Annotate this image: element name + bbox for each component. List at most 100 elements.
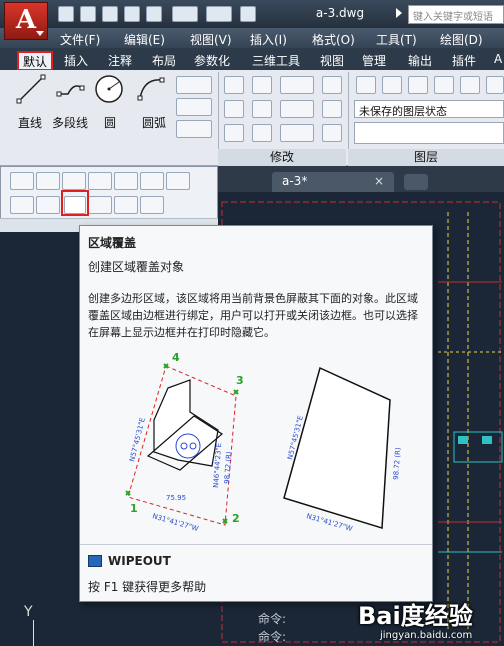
point-2-label: 2 (232, 512, 240, 525)
tab-view[interactable]: 视图 (320, 52, 344, 69)
undo-icon[interactable] (172, 6, 198, 22)
baidu-watermark-logo: Bai度经验 (358, 602, 473, 630)
new-tab-button[interactable] (404, 174, 428, 190)
save-as-icon[interactable] (124, 6, 140, 22)
polyline-label: 多段线 (52, 116, 89, 130)
layer-off-icon[interactable] (460, 76, 480, 94)
dim-right-length-text: 98.72 (R) (223, 451, 233, 484)
layer-state-dropdown[interactable]: 未保存的图层状态 (354, 100, 504, 118)
close-icon[interactable]: × (374, 174, 384, 188)
tab-manage[interactable]: 管理 (362, 52, 386, 69)
layer-isolate-icon[interactable] (408, 76, 428, 94)
wipeout-tooltip: 区域覆盖 创建区域覆盖对象 创建多边形区域，该区域将用当前背景色屏蔽其下面的对象… (79, 225, 433, 602)
wipeout-highlight-box (61, 190, 89, 216)
revision-cloud-icon[interactable] (36, 196, 60, 214)
divide-icon[interactable] (140, 172, 164, 190)
menu-insert[interactable]: 插入(I) (250, 31, 287, 48)
line-label: 直线 (18, 116, 43, 130)
ucs-y-axis-label: Y (24, 604, 33, 620)
tab-default[interactable]: 默认 (17, 51, 53, 71)
ucs-y-axis-line (33, 620, 34, 646)
tab-layout[interactable]: 布局 (152, 52, 176, 69)
layer-state-icon[interactable] (382, 76, 402, 94)
open-file-icon[interactable] (80, 6, 96, 22)
menu-view[interactable]: 视图(V) (190, 31, 232, 48)
tab-3d-tools[interactable]: 三维工具 (252, 52, 300, 69)
menu-file[interactable]: 文件(F) (60, 31, 100, 48)
offset-icon[interactable] (322, 124, 342, 142)
construction-line-icon[interactable] (88, 172, 112, 190)
explode-icon[interactable] (322, 100, 342, 118)
dim-left-text: N57°45'31"E (128, 417, 147, 463)
new-file-icon[interactable] (58, 6, 74, 22)
hatch-button[interactable] (176, 98, 212, 116)
circle-label: 圆 (104, 116, 117, 130)
menu-format[interactable]: 格式(O) (312, 31, 355, 48)
copy-icon[interactable] (224, 100, 244, 118)
3d-polyline-icon[interactable] (88, 196, 112, 214)
tab-parametric[interactable]: 参数化 (194, 52, 230, 69)
tooltip-description: 创建多边形区域，该区域将用当前背景色屏蔽其下面的对象。此区域覆盖区域由边框进行绑… (88, 292, 418, 339)
search-expand-icon[interactable] (396, 8, 402, 18)
stretch-icon[interactable] (224, 124, 244, 142)
table-button[interactable] (176, 120, 212, 138)
application-menu-button[interactable]: A (4, 2, 48, 40)
layer-lock-icon[interactable] (486, 76, 504, 94)
chevron-down-icon (36, 31, 44, 36)
point-3-label: 3 (236, 374, 244, 387)
tooltip-help-text: 按 F1 键获得更多帮助 (88, 580, 207, 594)
circle-icon[interactable] (94, 74, 124, 104)
tab-plugins[interactable]: 插件 (452, 52, 476, 69)
tooltip-subtitle: 创建区域覆盖对象 (88, 260, 185, 274)
customize-quick-access-icon[interactable] (240, 6, 256, 22)
redo-icon[interactable] (206, 6, 232, 22)
menu-edit[interactable]: 编辑(E) (124, 31, 165, 48)
trim-icon[interactable] (280, 76, 314, 94)
layer-dropdown[interactable] (354, 122, 504, 144)
dim-right-c-text: 98.72 (R) (392, 447, 402, 480)
region-icon[interactable] (10, 196, 34, 214)
command-icon (88, 555, 102, 567)
command-history-line: 命令: (258, 630, 287, 644)
measure-icon[interactable] (166, 172, 190, 190)
tab-more[interactable]: A (494, 52, 502, 66)
panel-modify-title[interactable]: 修改 (218, 149, 346, 166)
arc-label: 圆弧 (142, 116, 167, 130)
fillet-icon[interactable] (280, 100, 314, 118)
save-icon[interactable] (102, 6, 118, 22)
point-4-label: 4 (172, 351, 180, 364)
rectangle-button[interactable] (176, 76, 212, 94)
layer-properties-icon[interactable] (356, 76, 376, 94)
erase-icon[interactable] (322, 76, 342, 94)
arc-icon[interactable] (136, 74, 166, 104)
print-icon[interactable] (146, 6, 162, 22)
line-icon[interactable] (16, 74, 46, 104)
helix-icon[interactable] (114, 196, 138, 214)
tab-annotate[interactable]: 注释 (108, 52, 132, 69)
tab-insert[interactable]: 插入 (64, 52, 88, 69)
scale-icon[interactable] (252, 124, 272, 142)
wipeout-illustration: 4 3 2 1 N57°45'31"E N31°41'27"W N46°44'2… (125, 351, 402, 532)
tab-output[interactable]: 输出 (408, 52, 432, 69)
array-icon[interactable] (280, 124, 314, 142)
dim-length-text: 75.95 (166, 494, 186, 502)
layer-freeze-icon[interactable] (434, 76, 454, 94)
tooltip-divider (80, 544, 432, 545)
polyline-icon[interactable] (56, 74, 86, 104)
mirror-icon[interactable] (252, 100, 272, 118)
rotate-icon[interactable] (252, 76, 272, 94)
multiple-points-icon[interactable] (114, 172, 138, 190)
spline-cv-icon[interactable] (36, 172, 60, 190)
app-logo-letter: A (15, 5, 37, 35)
ray-icon[interactable] (62, 172, 86, 190)
move-icon[interactable] (224, 76, 244, 94)
menu-tools[interactable]: 工具(T) (376, 31, 417, 48)
spline-fit-icon[interactable] (10, 172, 34, 190)
command-history-line: 命令: (258, 612, 287, 626)
donut-icon[interactable] (140, 196, 164, 214)
menu-draw[interactable]: 绘图(D) (440, 31, 483, 48)
document-title: a-3.dwg (315, 6, 365, 20)
tooltip-command-name: WIPEOUT (108, 554, 171, 568)
search-input[interactable]: 键入关键字或短语 (408, 5, 504, 24)
panel-layer-title[interactable]: 图层 (348, 149, 504, 166)
